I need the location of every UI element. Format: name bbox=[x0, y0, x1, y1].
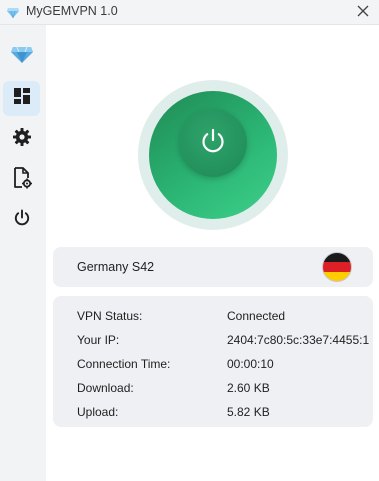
sidebar-item-dashboard[interactable] bbox=[3, 81, 40, 116]
gear-icon bbox=[12, 127, 32, 152]
status-row-vpn: VPN Status: Connected bbox=[53, 306, 373, 326]
status-label: Connection Time: bbox=[77, 357, 171, 371]
status-label: Download: bbox=[77, 381, 134, 395]
status-label: Your IP: bbox=[77, 333, 120, 347]
title-bar: MyGEMVPN 1.0 bbox=[0, 0, 379, 25]
close-icon[interactable] bbox=[355, 3, 371, 19]
status-panel: VPN Status: Connected Your IP: 2404:7c80… bbox=[53, 296, 373, 427]
power-icon bbox=[13, 209, 31, 232]
power-icon bbox=[198, 126, 228, 161]
dashboard-icon bbox=[13, 87, 31, 110]
status-row-download: Download: 2.60 KB bbox=[53, 378, 373, 398]
germany-flag-icon bbox=[322, 252, 352, 282]
main-panel: Germany S42 VPN Status: Connected Your I… bbox=[46, 25, 379, 481]
sidebar-item-settings[interactable] bbox=[3, 122, 40, 157]
sidebar-item-file-settings[interactable] bbox=[3, 163, 40, 198]
status-label: VPN Status: bbox=[77, 309, 143, 323]
server-name: Germany S42 bbox=[77, 260, 155, 274]
status-row-upload: Upload: 5.82 KB bbox=[53, 402, 373, 422]
status-value: 2404:7c80:5c:33e7:4455:1 bbox=[227, 333, 370, 347]
gem-icon bbox=[10, 43, 34, 70]
status-value: 5.82 KB bbox=[227, 405, 270, 419]
file-gear-icon bbox=[12, 167, 32, 194]
status-value: Connected bbox=[227, 309, 286, 323]
sidebar-logo bbox=[3, 39, 40, 74]
connect-button[interactable] bbox=[179, 109, 247, 177]
gem-icon bbox=[6, 5, 20, 19]
window-title: MyGEMVPN 1.0 bbox=[26, 4, 118, 18]
status-value: 00:00:10 bbox=[227, 357, 274, 371]
server-selector[interactable]: Germany S42 bbox=[53, 247, 373, 287]
status-row-time: Connection Time: 00:00:10 bbox=[53, 354, 373, 374]
status-label: Upload: bbox=[77, 405, 119, 419]
sidebar-item-power[interactable] bbox=[3, 203, 40, 238]
status-value: 2.60 KB bbox=[227, 381, 270, 395]
status-row-ip: Your IP: 2404:7c80:5c:33e7:4455:1 bbox=[53, 330, 373, 350]
sidebar bbox=[0, 25, 46, 481]
